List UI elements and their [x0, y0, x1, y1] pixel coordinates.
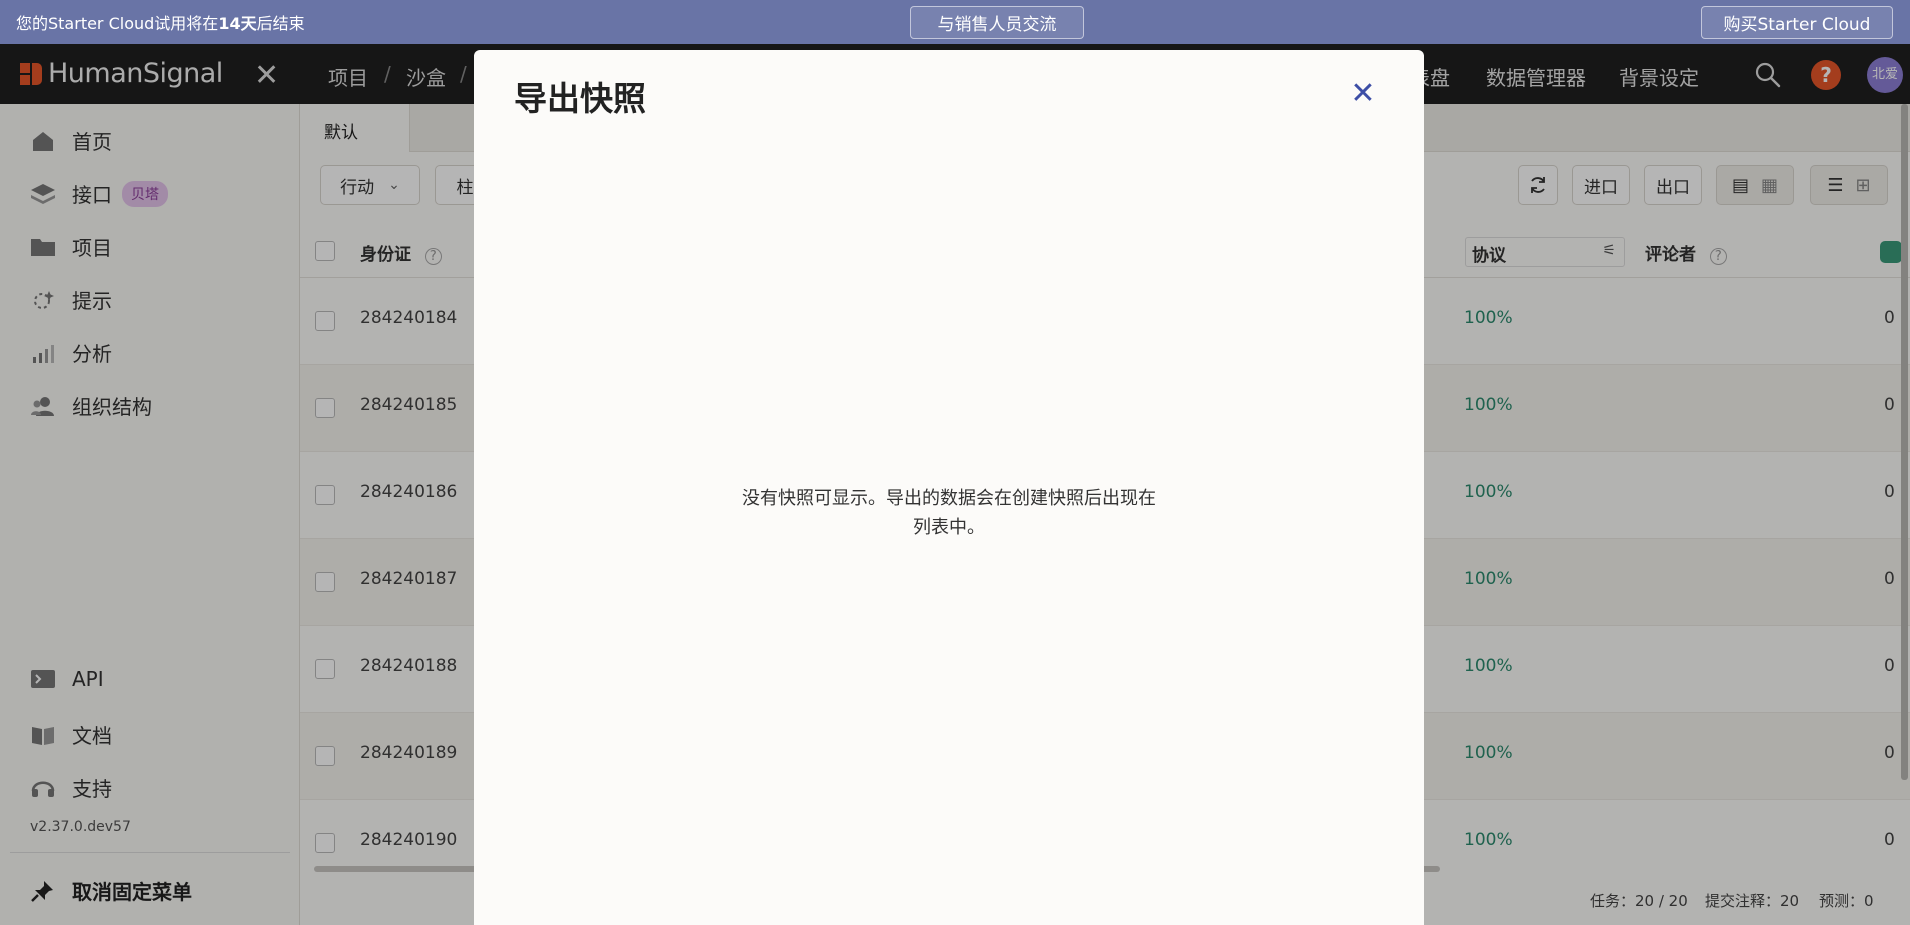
export-snapshot-modal: 导出快照 ✕ 没有快照可显示。导出的数据会在创建快照后出现在 列表中。	[474, 50, 1424, 925]
trial-banner-text: 您的Starter Cloud试用将在14天后结束	[16, 10, 305, 34]
modal-title: 导出快照	[514, 79, 646, 118]
trial-banner: 您的Starter Cloud试用将在14天后结束 与销售人员交流 购买Star…	[0, 0, 1910, 44]
empty-state-line: 没有快照可显示。导出的数据会在创建快照后出现在	[742, 488, 1156, 509]
empty-state-message: 没有快照可显示。导出的数据会在创建快照后出现在 列表中。	[699, 484, 1199, 542]
buy-starter-cloud-button[interactable]: 购买Starter Cloud	[1701, 6, 1893, 39]
trial-text-prefix: 您的Starter Cloud试用将在	[16, 14, 219, 33]
close-icon[interactable]: ✕	[1347, 78, 1379, 110]
trial-days: 14天	[218, 14, 257, 33]
trial-text-suffix: 后结束	[256, 14, 305, 33]
empty-state-line: 列表中。	[913, 517, 985, 538]
contact-sales-button[interactable]: 与销售人员交流	[910, 6, 1084, 39]
